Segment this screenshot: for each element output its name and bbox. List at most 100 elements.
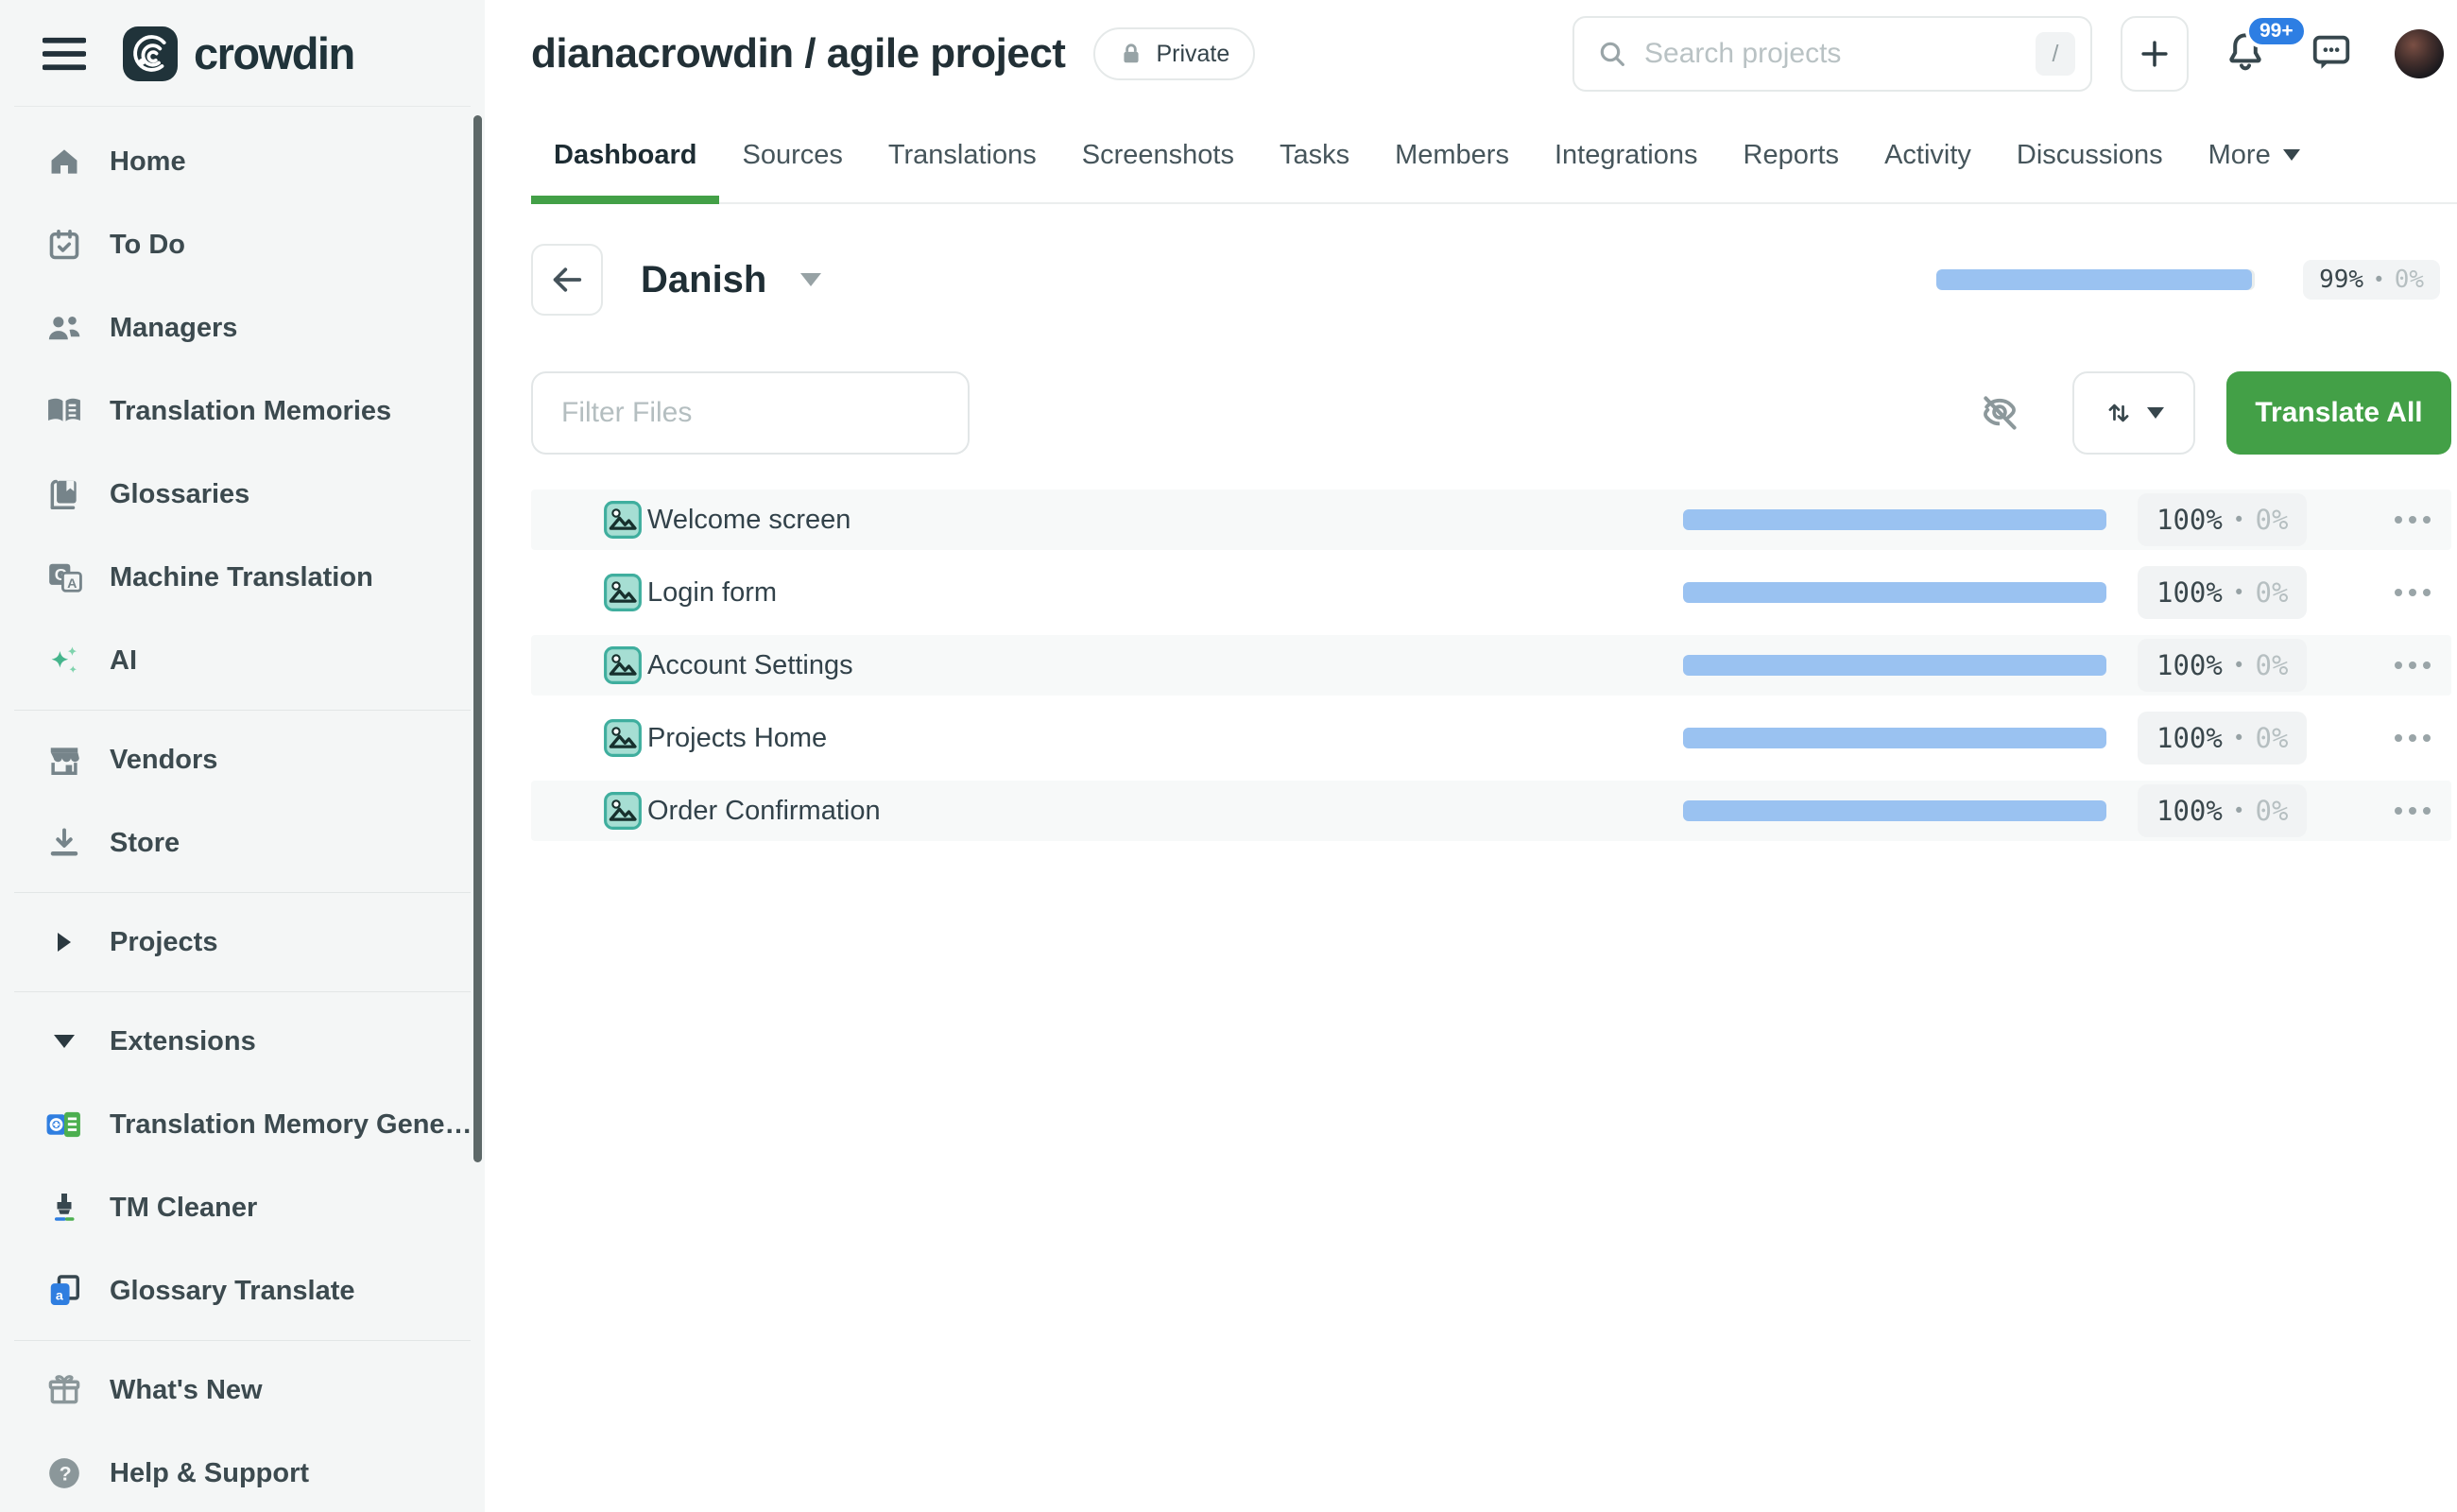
managers-people-icon — [44, 311, 84, 345]
create-project-button[interactable] — [2121, 16, 2189, 92]
file-menu-ellipsis[interactable] — [2385, 635, 2440, 696]
hide-completed-button[interactable] — [1979, 392, 2020, 434]
chevron-down-icon — [44, 1035, 84, 1048]
file-menu-ellipsis[interactable] — [2385, 562, 2440, 623]
svg-text:a: a — [56, 1289, 64, 1304]
tab-members[interactable]: Members — [1372, 108, 1532, 202]
translated-percent: 100% — [2156, 722, 2223, 754]
percent-separator: • — [2233, 581, 2245, 604]
image-file-icon — [603, 718, 643, 763]
language-percent-badge: 99% • 0% — [2303, 260, 2440, 300]
sidebar-item-translation-memories[interactable]: Translation Memories — [0, 369, 485, 453]
file-name: Login form — [647, 577, 777, 609]
sidebar-item-label: Managers — [110, 313, 237, 344]
approved-percent: 0% — [2256, 649, 2289, 681]
notifications-button[interactable]: 99+ — [2223, 29, 2268, 79]
sidebar-item-managers[interactable]: Managers — [0, 286, 485, 369]
sidebar-item-home[interactable]: Home — [0, 120, 485, 203]
percent-separator: • — [2233, 508, 2245, 531]
translate-all-button[interactable]: Translate All — [2226, 371, 2451, 455]
sidebar-divider — [14, 991, 471, 992]
percent-separator: • — [2373, 268, 2385, 291]
file-menu-ellipsis[interactable] — [2385, 708, 2440, 768]
approved-percent: 0% — [2395, 266, 2424, 294]
app-window: crowdin Home To Do Managers — [0, 0, 2457, 1512]
file-menu-ellipsis[interactable] — [2385, 781, 2440, 841]
topbar: dianacrowdin / agile project Private / 9… — [485, 0, 2457, 108]
sidebar-scrollbar[interactable] — [473, 115, 482, 1162]
search-icon — [1597, 39, 1627, 69]
file-row-welcome-screen[interactable]: Welcome screen 100% • 0% — [531, 490, 2451, 550]
tab-activity[interactable]: Activity — [1862, 108, 1994, 202]
sidebar-item-help-support[interactable]: ? Help & Support — [0, 1432, 485, 1512]
tab-discussions[interactable]: Discussions — [1994, 108, 2186, 202]
user-avatar[interactable] — [2395, 29, 2444, 78]
tab-tasks[interactable]: Tasks — [1257, 108, 1372, 202]
topbar-actions: / 99+ — [1572, 16, 2449, 92]
hamburger-menu-icon[interactable] — [42, 35, 87, 73]
home-icon — [44, 144, 84, 180]
sidebar-item-todo[interactable]: To Do — [0, 203, 485, 286]
image-file-icon — [603, 573, 643, 617]
back-button[interactable] — [531, 244, 603, 316]
tab-screenshots[interactable]: Screenshots — [1059, 108, 1257, 202]
glossary-book-icon — [44, 476, 84, 512]
file-percent-badge: 100% • 0% — [2138, 784, 2307, 837]
file-row-account-settings[interactable]: Account Settings 100% • 0% — [531, 635, 2451, 696]
file-menu-ellipsis[interactable] — [2385, 490, 2440, 550]
sidebar-item-label: Translation Memory Gene… — [110, 1109, 472, 1141]
sidebar-item-projects[interactable]: Projects — [0, 901, 485, 984]
crowdin-logo[interactable]: crowdin — [123, 26, 354, 81]
search-box[interactable]: / — [1572, 16, 2092, 92]
plus-icon — [2137, 36, 2173, 72]
eye-off-icon — [1979, 392, 2020, 434]
open-book-icon — [44, 394, 84, 428]
sidebar-item-extensions[interactable]: Extensions — [0, 1000, 485, 1083]
sidebar-item-label: Help & Support — [110, 1458, 309, 1489]
language-dropdown-icon[interactable] — [800, 273, 821, 286]
translated-percent: 99% — [2319, 266, 2363, 294]
messages-button[interactable] — [2310, 30, 2353, 78]
sidebar-item-label: What's New — [110, 1375, 263, 1406]
sort-button[interactable] — [2072, 371, 2195, 455]
main-content: dianacrowdin / agile project Private / 9… — [485, 0, 2457, 1512]
storefront-icon — [44, 742, 84, 778]
tab-integrations[interactable]: Integrations — [1532, 108, 1721, 202]
file-percent-badge: 100% • 0% — [2138, 639, 2307, 692]
tab-reports[interactable]: Reports — [1721, 108, 1863, 202]
search-input[interactable] — [1644, 38, 2019, 70]
filter-files-input[interactable] — [531, 371, 970, 455]
sidebar-item-store[interactable]: Store — [0, 801, 485, 885]
approved-percent: 0% — [2256, 722, 2289, 754]
sidebar-item-glossary-translate[interactable]: a Glossary Translate — [0, 1249, 485, 1332]
file-name: Projects Home — [647, 723, 827, 754]
sidebar-item-glossaries[interactable]: Glossaries — [0, 453, 485, 536]
file-row-login-form[interactable]: Login form 100% • 0% — [531, 562, 2451, 623]
sidebar-item-whats-new[interactable]: What's New — [0, 1349, 485, 1432]
svg-text:?: ? — [60, 1463, 72, 1486]
sidebar-item-ai[interactable]: AI — [0, 619, 485, 702]
sidebar-item-label: Glossary Translate — [110, 1276, 355, 1307]
image-file-icon — [603, 500, 643, 544]
sidebar-item-machine-translation[interactable]: GA Machine Translation — [0, 536, 485, 619]
glossary-translate-icon: a — [44, 1273, 84, 1309]
chat-bubble-icon — [2310, 30, 2353, 74]
tm-cleaner-brush-icon — [44, 1190, 84, 1226]
sidebar-item-tm-cleaner[interactable]: TM Cleaner — [0, 1166, 485, 1249]
tab-more[interactable]: More — [2186, 108, 2323, 202]
chevron-down-icon — [2147, 407, 2164, 419]
image-file-icon — [603, 791, 643, 835]
tab-dashboard[interactable]: Dashboard — [531, 108, 719, 202]
sidebar-item-tm-generator[interactable]: Translation Memory Gene… — [0, 1083, 485, 1166]
tab-translations[interactable]: Translations — [866, 108, 1059, 202]
file-row-projects-home[interactable]: Projects Home 100% • 0% — [531, 708, 2451, 768]
file-percent-badge: 100% • 0% — [2138, 566, 2307, 619]
sidebar-item-vendors[interactable]: Vendors — [0, 718, 485, 801]
tab-more-label: More — [2208, 140, 2271, 171]
toolbar-actions: Translate All — [1979, 371, 2451, 455]
file-list: Welcome screen 100% • 0% Login form 100%… — [531, 490, 2451, 841]
files-toolbar: Translate All — [531, 371, 2451, 455]
file-row-order-confirmation[interactable]: Order Confirmation 100% • 0% — [531, 781, 2451, 841]
sort-arrows-icon — [2105, 397, 2133, 429]
tab-sources[interactable]: Sources — [719, 108, 865, 202]
